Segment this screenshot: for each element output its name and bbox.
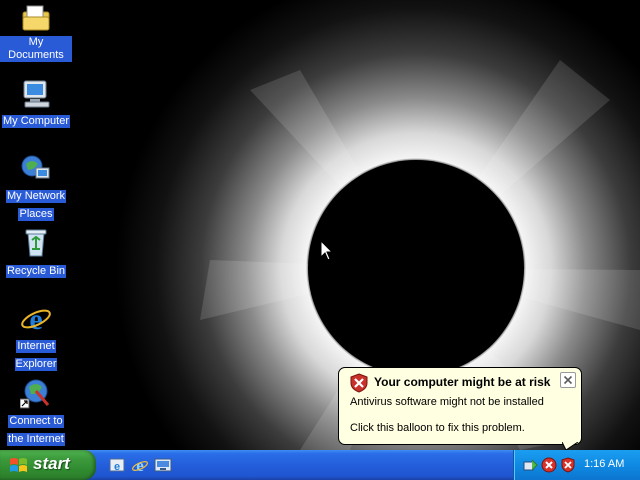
desktop-icon-label: My Computer	[1, 115, 71, 128]
security-shield-icon	[350, 373, 368, 393]
clock[interactable]: 1:16 AM	[584, 458, 624, 470]
start-label: start	[33, 454, 70, 473]
desktop-icon-label: Recycle Bin	[5, 265, 67, 278]
folder-documents-icon	[20, 2, 52, 34]
network-places-icon	[20, 152, 52, 184]
balloon-tail	[562, 442, 579, 450]
recycle-bin-icon	[20, 227, 52, 259]
balloon-instruction[interactable]: Click this balloon to fix this problem.	[350, 422, 525, 434]
desktop-icon-my-computer[interactable]: My Computer	[0, 77, 72, 129]
desktop-icon-label: Places	[18, 208, 54, 221]
balloon-title: Your computer might be at risk	[374, 375, 551, 389]
show-desktop-icon[interactable]	[154, 456, 172, 474]
desktop-icon-connect-to-internet[interactable]: Connect to the Internet	[0, 377, 72, 447]
security-alert-icon[interactable]	[541, 457, 557, 473]
outlook-express-icon[interactable]: e	[108, 456, 126, 474]
svg-text:e: e	[114, 461, 120, 473]
svg-text:e: e	[29, 303, 42, 334]
taskbar[interactable]: start e e 1:16 AM	[0, 450, 640, 480]
desktop-icon-label: My Network	[5, 190, 67, 203]
desktop-icon-label: the Internet	[7, 433, 65, 446]
desktop-icon-my-network-places[interactable]: My Network Places	[0, 152, 72, 222]
balloon-message: Antivirus software might not be installe…	[350, 396, 544, 408]
internet-explorer-icon[interactable]: e	[131, 456, 149, 474]
connect-internet-icon	[19, 377, 52, 409]
mouse-cursor-icon	[320, 240, 334, 261]
desktop-icon-label: My Documents	[0, 36, 72, 62]
windows-logo-icon	[10, 458, 27, 472]
desktop-icon-my-documents[interactable]: My Documents	[0, 2, 72, 63]
desktop[interactable]: My Documents My Computer My Network Plac…	[0, 0, 640, 450]
desktop-icon-label: Explorer	[14, 358, 58, 371]
close-icon[interactable]	[560, 372, 576, 388]
desktop-icon-label: Connect to	[8, 415, 64, 428]
security-shield-icon[interactable]	[560, 457, 576, 473]
security-notification-balloon[interactable]: Your computer might be at risk Antivirus…	[338, 367, 582, 445]
svg-text:e: e	[136, 456, 144, 474]
start-button[interactable]: start	[0, 450, 96, 480]
internet-explorer-icon: e	[20, 302, 52, 336]
desktop-icon-recycle-bin[interactable]: Recycle Bin	[0, 227, 72, 279]
computer-icon	[20, 77, 52, 109]
system-tray: 1:16 AM	[513, 450, 640, 480]
desktop-icon-label: Internet	[16, 340, 56, 353]
desktop-icon-internet-explorer[interactable]: e Internet Explorer	[0, 302, 72, 372]
network-connection-icon[interactable]	[522, 457, 538, 473]
